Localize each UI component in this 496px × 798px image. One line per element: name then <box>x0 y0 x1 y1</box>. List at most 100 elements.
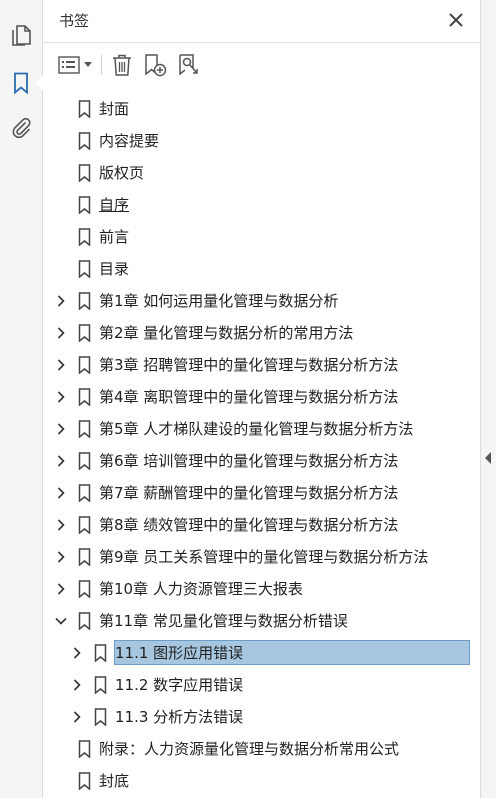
chevron-right-icon[interactable] <box>53 517 69 533</box>
bookmark-label: 第4章 离职管理中的量化管理与数据分析方法 <box>99 388 399 406</box>
bookmarks-panel-button[interactable] <box>0 62 43 104</box>
bookmark-icon <box>77 324 91 342</box>
bookmark-label: 版权页 <box>99 164 145 182</box>
bookmark-row[interactable]: 封面 <box>43 93 480 125</box>
chevron-down-icon <box>84 62 92 67</box>
panel-title: 书签 <box>59 12 90 30</box>
attachment-icon <box>12 117 31 138</box>
bookmark-label: 11.1 图形应用错误 <box>115 644 244 662</box>
bookmark-row[interactable]: 第1章 如何运用量化管理与数据分析 <box>43 285 480 317</box>
bookmark-label: 第7章 薪酬管理中的量化管理与数据分析方法 <box>99 484 399 502</box>
bookmark-label: 第11章 常见量化管理与数据分析错误 <box>99 612 348 630</box>
page-thumbnails-button[interactable] <box>0 14 42 56</box>
bookmark-icon <box>77 772 91 790</box>
bookmark-search-button[interactable] <box>175 51 203 79</box>
bookmark-label: 目录 <box>99 260 130 278</box>
bookmark-icon <box>77 196 91 214</box>
bookmark-label: 封底 <box>99 772 130 790</box>
bookmark-icon <box>77 260 91 278</box>
bookmark-icon <box>77 516 91 534</box>
chevron-right-icon[interactable] <box>53 357 69 373</box>
bookmark-icon <box>14 72 28 94</box>
chevron-right-icon[interactable] <box>53 485 69 501</box>
bookmark-icon <box>77 580 91 598</box>
bookmark-label: 附录：人力资源量化管理与数据分析常用公式 <box>99 740 400 758</box>
list-options-icon <box>58 56 80 74</box>
bookmark-label: 11.2 数字应用错误 <box>115 676 244 694</box>
bookmark-row[interactable]: 第2章 量化管理与数据分析的常用方法 <box>43 317 480 349</box>
bookmark-icon <box>77 356 91 374</box>
chevron-right-icon[interactable] <box>69 645 85 661</box>
bookmark-label: 第10章 人力资源管理三大报表 <box>99 580 303 598</box>
bookmark-row[interactable]: 封底 <box>43 765 480 797</box>
panel-collapse-strip[interactable] <box>480 0 496 798</box>
bookmark-row[interactable]: 第7章 薪酬管理中的量化管理与数据分析方法 <box>43 477 480 509</box>
bookmark-icon <box>77 292 91 310</box>
add-bookmark-icon <box>145 54 167 77</box>
chevron-down-icon[interactable] <box>53 613 69 629</box>
bookmarks-app: 书签 封面 内容提要 版权页 自序 前言 目录 第1章 如何运用量化管理与数据分… <box>0 0 496 798</box>
bookmark-icon <box>77 452 91 470</box>
bookmark-row[interactable]: 11.1 图形应用错误 <box>43 637 480 669</box>
bookmark-icon <box>77 132 91 150</box>
chevron-right-icon[interactable] <box>53 293 69 309</box>
new-bookmark-button[interactable] <box>141 51 169 79</box>
bookmark-icon <box>77 388 91 406</box>
chevron-right-icon[interactable] <box>53 421 69 437</box>
bookmark-icon <box>93 644 107 662</box>
bookmark-icon <box>77 420 91 438</box>
close-panel-button[interactable] <box>446 10 466 30</box>
chevron-right-icon[interactable] <box>53 549 69 565</box>
bookmark-label: 第3章 招聘管理中的量化管理与数据分析方法 <box>99 356 399 374</box>
bookmark-toolbar <box>43 43 480 87</box>
attachments-button[interactable] <box>0 106 42 148</box>
bookmark-icon <box>77 548 91 566</box>
bookmark-icon <box>93 676 107 694</box>
bookmark-row[interactable]: 11.3 分析方法错误 <box>43 701 480 733</box>
bookmark-row[interactable]: 自序 <box>43 189 480 221</box>
bookmark-row[interactable]: 第4章 离职管理中的量化管理与数据分析方法 <box>43 381 480 413</box>
bookmark-row[interactable]: 内容提要 <box>43 125 480 157</box>
bookmark-label: 前言 <box>99 228 130 246</box>
bookmark-row[interactable]: 第9章 员工关系管理中的量化管理与数据分析方法 <box>43 541 480 573</box>
bookmark-icon <box>93 708 107 726</box>
toolbar-divider <box>101 55 102 75</box>
chevron-right-icon[interactable] <box>53 453 69 469</box>
bookmark-icon <box>77 612 91 630</box>
bookmark-label: 第2章 量化管理与数据分析的常用方法 <box>99 324 354 342</box>
bookmark-row[interactable]: 第10章 人力资源管理三大报表 <box>43 573 480 605</box>
collapse-arrow-icon <box>485 452 491 464</box>
chevron-right-icon[interactable] <box>53 581 69 597</box>
chevron-right-icon[interactable] <box>69 709 85 725</box>
options-menu-button[interactable] <box>57 51 93 79</box>
bookmark-icon <box>77 100 91 118</box>
bookmark-row[interactable]: 版权页 <box>43 157 480 189</box>
close-icon <box>449 13 463 27</box>
bookmark-row[interactable]: 附录：人力资源量化管理与数据分析常用公式 <box>43 733 480 765</box>
bookmark-icon <box>77 484 91 502</box>
bookmark-icon <box>77 164 91 182</box>
panel-header: 书签 <box>43 0 480 43</box>
bookmark-icon <box>77 228 91 246</box>
pages-icon <box>12 25 31 46</box>
navigation-rail <box>0 0 43 798</box>
bookmark-label: 第5章 人才梯队建设的量化管理与数据分析方法 <box>99 420 414 438</box>
bookmark-label: 第6章 培训管理中的量化管理与数据分析方法 <box>99 452 399 470</box>
bookmark-row[interactable]: 目录 <box>43 253 480 285</box>
bookmark-row[interactable]: 第3章 招聘管理中的量化管理与数据分析方法 <box>43 349 480 381</box>
bookmark-row[interactable]: 第5章 人才梯队建设的量化管理与数据分析方法 <box>43 413 480 445</box>
bookmark-label: 封面 <box>99 100 130 118</box>
bookmark-label: 自序 <box>99 196 130 214</box>
bookmark-row[interactable]: 第6章 培训管理中的量化管理与数据分析方法 <box>43 445 480 477</box>
bookmarks-panel: 书签 封面 内容提要 版权页 自序 前言 目录 第1章 如何运用量化管理与数据分… <box>43 0 480 798</box>
delete-bookmark-button[interactable] <box>109 51 135 79</box>
chevron-right-icon[interactable] <box>53 389 69 405</box>
bookmark-row[interactable]: 前言 <box>43 221 480 253</box>
chevron-right-icon[interactable] <box>53 325 69 341</box>
bookmark-row[interactable]: 第8章 绩效管理中的量化管理与数据分析方法 <box>43 509 480 541</box>
bookmark-icon <box>77 740 91 758</box>
chevron-right-icon[interactable] <box>69 677 85 693</box>
bookmark-row[interactable]: 11.2 数字应用错误 <box>43 669 480 701</box>
bookmark-row[interactable]: 第11章 常见量化管理与数据分析错误 <box>43 605 480 637</box>
bookmark-label: 第8章 绩效管理中的量化管理与数据分析方法 <box>99 516 399 534</box>
